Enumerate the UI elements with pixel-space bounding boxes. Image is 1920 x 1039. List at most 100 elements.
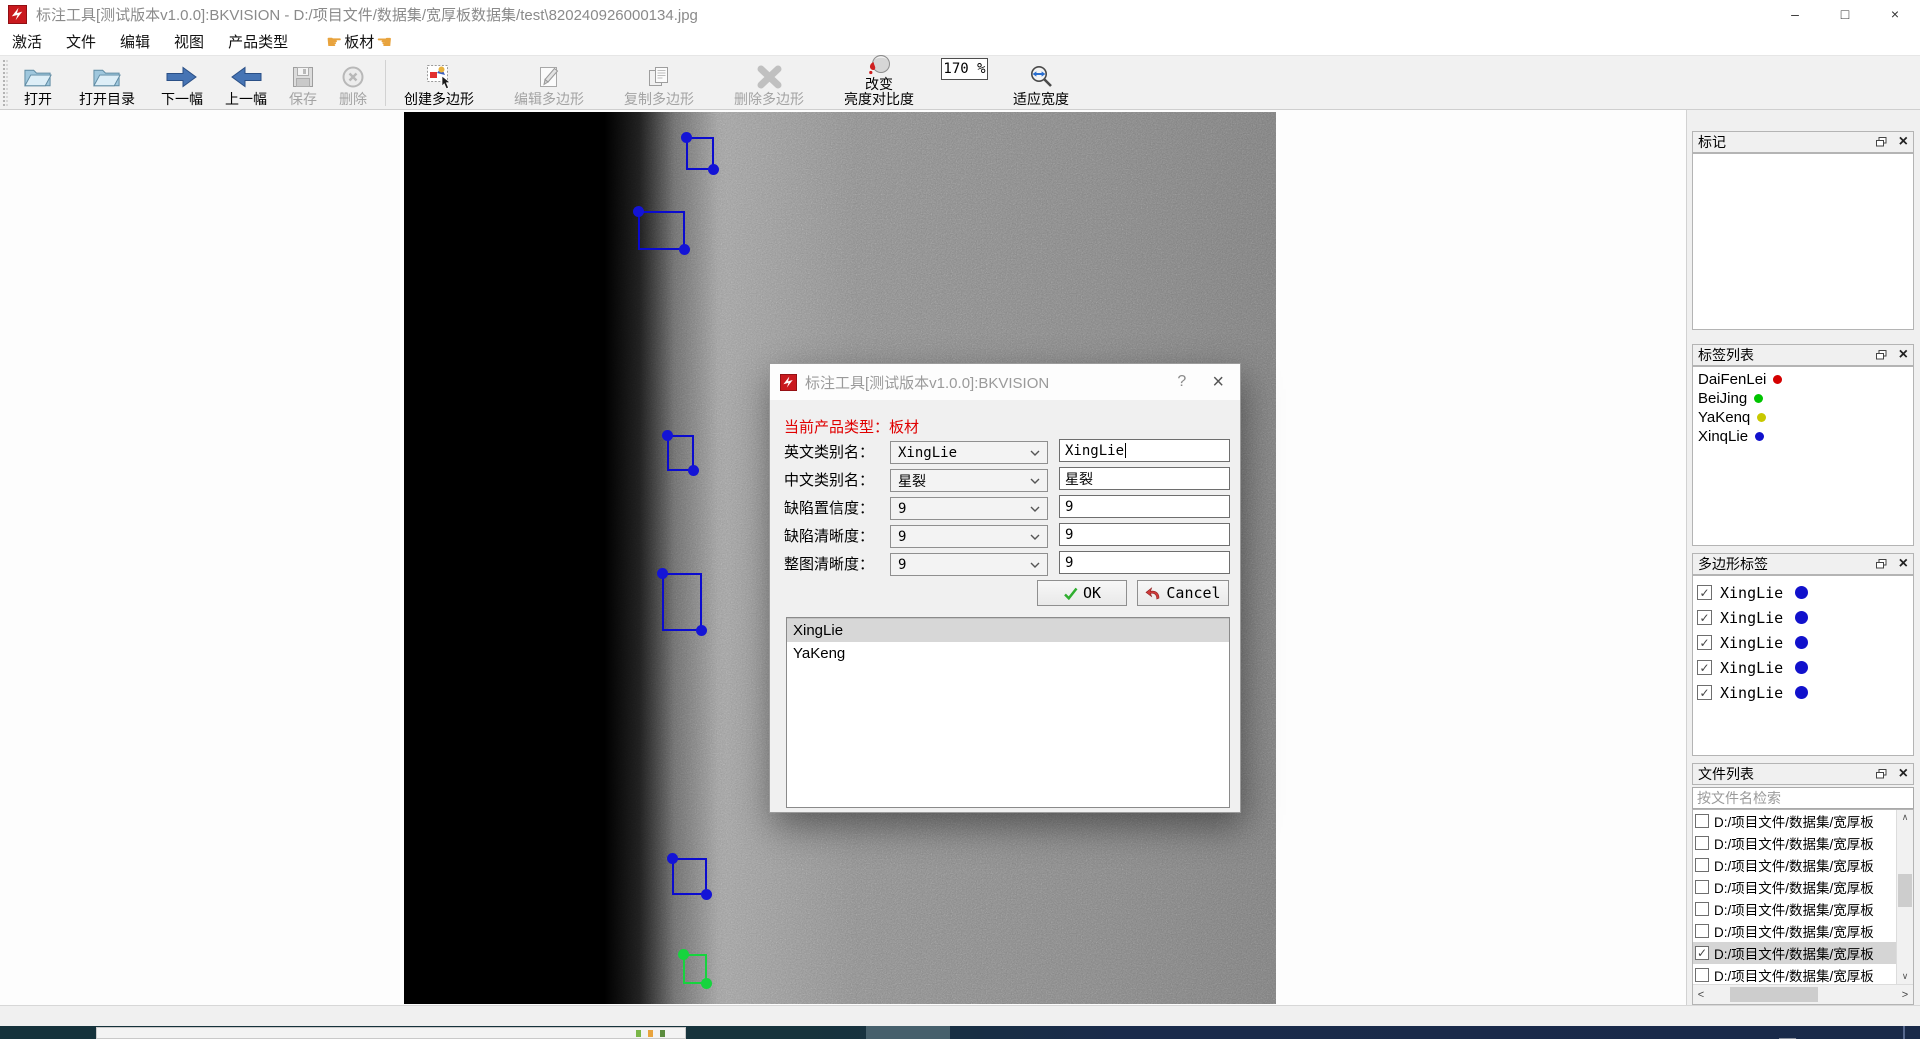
checkbox-checked[interactable]: ✓ [1695, 946, 1709, 960]
menu-file[interactable]: 文件 [54, 28, 108, 55]
cancel-button[interactable]: Cancel [1137, 580, 1229, 606]
ok-button[interactable]: OK [1037, 580, 1127, 606]
annotation-corner-handle[interactable] [667, 853, 678, 864]
annotation-box[interactable] [638, 211, 685, 250]
chinese-class-combo[interactable]: 星裂 [890, 469, 1048, 492]
annotation-corner-handle[interactable] [657, 568, 668, 579]
open-button[interactable]: 打开 [14, 57, 62, 109]
annotation-box[interactable] [672, 858, 707, 895]
file-list-item[interactable]: D:/项目文件/数据集/宽厚板 [1693, 810, 1896, 832]
create-polygon-button[interactable]: 创建多边形 [395, 57, 483, 109]
next-image-button[interactable]: 下一幅 [152, 57, 212, 109]
defect-clarity-combo[interactable]: 9 [890, 525, 1048, 548]
float-panel-icon[interactable] [1876, 137, 1887, 147]
scroll-down-icon[interactable]: ∨ [1897, 969, 1913, 984]
close-panel-icon[interactable]: × [1899, 134, 1908, 150]
annotation-box[interactable] [686, 137, 714, 170]
file-list-item[interactable]: D:/项目文件/数据集/宽厚板 [1693, 920, 1896, 942]
toolbar-drag-handle[interactable] [3, 60, 8, 106]
open-directory-button[interactable]: 打开目录 [70, 57, 144, 109]
label-list-item[interactable]: YaKenq [1693, 408, 1913, 427]
checkbox-checked[interactable]: ✓ [1697, 635, 1712, 650]
float-panel-icon[interactable] [1876, 559, 1887, 569]
taskbar-window-strip[interactable] [96, 1027, 686, 1039]
scroll-left-icon[interactable]: < [1693, 985, 1709, 1005]
horizontal-scrollbar[interactable]: < > [1693, 984, 1913, 1004]
annotation-box[interactable] [683, 954, 707, 984]
checkbox-checked[interactable]: ✓ [1697, 610, 1712, 625]
annotation-corner-handle[interactable] [701, 889, 712, 900]
float-panel-icon[interactable] [1876, 769, 1887, 779]
checkbox-checked[interactable]: ✓ [1697, 685, 1712, 700]
file-list-item[interactable]: D:/项目文件/数据集/宽厚板 [1693, 898, 1896, 920]
image-clarity-combo[interactable]: 9 [890, 553, 1048, 576]
annotation-corner-handle[interactable] [688, 465, 699, 476]
annotation-box[interactable] [667, 435, 694, 471]
file-search-input[interactable]: 按文件名检索 [1692, 787, 1914, 809]
minimize-button[interactable]: – [1770, 0, 1820, 28]
dialog-help-button[interactable]: ? [1177, 373, 1186, 391]
edit-polygon-button[interactable]: 编辑多边形 [505, 57, 593, 109]
file-list-item[interactable]: D:/项目文件/数据集/宽厚板 [1693, 876, 1896, 898]
chinese-class-input[interactable]: 星裂 [1059, 467, 1230, 490]
english-class-combo[interactable]: XingLie [890, 441, 1048, 464]
checkbox-unchecked[interactable] [1695, 902, 1709, 916]
close-panel-icon[interactable]: × [1899, 347, 1908, 363]
zoom-percent-input[interactable]: 170 % [941, 58, 988, 80]
horizontal-scroll-thumb[interactable] [1730, 987, 1818, 1002]
defect-clarity-input[interactable]: 9 [1059, 523, 1230, 546]
defect-confidence-combo[interactable]: 9 [890, 497, 1048, 520]
annotation-corner-handle[interactable] [701, 978, 712, 989]
annotation-corner-handle[interactable] [633, 206, 644, 217]
scroll-right-icon[interactable]: > [1897, 985, 1913, 1005]
brightness-contrast-button[interactable]: 改变 亮度对比度 [835, 57, 923, 109]
file-list-item[interactable]: D:/项目文件/数据集/宽厚板 [1693, 964, 1896, 984]
scroll-up-icon[interactable]: ∧ [1897, 810, 1913, 825]
label-list-item[interactable]: XinqLie [1693, 427, 1913, 446]
defect-confidence-input[interactable]: 9 [1059, 495, 1230, 518]
annotation-corner-handle[interactable] [662, 430, 673, 441]
annotation-corner-handle[interactable] [678, 949, 689, 960]
close-panel-icon[interactable]: × [1899, 556, 1908, 572]
vertical-scroll-thumb[interactable] [1898, 874, 1912, 907]
annotation-box[interactable] [662, 573, 702, 631]
menu-activate[interactable]: 激活 [0, 28, 54, 55]
label-list-item[interactable]: BeiJing [1693, 389, 1913, 408]
menu-product-type[interactable]: 产品类型 [216, 28, 300, 55]
delete-button[interactable]: 删除 [330, 57, 376, 109]
image-clarity-input[interactable]: 9 [1059, 551, 1230, 574]
close-button[interactable]: × [1870, 0, 1920, 28]
checkbox-unchecked[interactable] [1695, 814, 1709, 828]
polygon-label-item[interactable]: ✓XingLie [1693, 630, 1913, 655]
close-panel-icon[interactable]: × [1899, 766, 1908, 782]
annotation-corner-handle[interactable] [681, 132, 692, 143]
annotation-corner-handle[interactable] [696, 625, 707, 636]
checkbox-unchecked[interactable] [1695, 880, 1709, 894]
class-list-item-selected[interactable]: XingLie [787, 618, 1229, 642]
menu-view[interactable]: 视图 [162, 28, 216, 55]
english-class-input[interactable]: XingLie [1059, 439, 1230, 462]
dialog-close-button[interactable]: × [1212, 372, 1224, 392]
polygon-label-item[interactable]: ✓XingLie [1693, 655, 1913, 680]
taskbar-highlight-block[interactable] [866, 1026, 950, 1039]
class-list-item[interactable]: YaKeng [787, 642, 1229, 666]
save-button[interactable]: 保存 [280, 57, 326, 109]
float-panel-icon[interactable] [1876, 350, 1887, 360]
copy-polygon-button[interactable]: 复制多边形 [615, 57, 703, 109]
file-list-item[interactable]: D:/项目文件/数据集/宽厚板 [1693, 854, 1896, 876]
delete-polygon-button[interactable]: 删除多边形 [725, 57, 813, 109]
maximize-button[interactable]: □ [1820, 0, 1870, 28]
prev-image-button[interactable]: 上一幅 [216, 57, 276, 109]
annotation-corner-handle[interactable] [679, 244, 690, 255]
menu-edit[interactable]: 编辑 [108, 28, 162, 55]
checkbox-unchecked[interactable] [1695, 968, 1709, 982]
fit-width-button[interactable]: 适应宽度 [1004, 57, 1078, 109]
checkbox-checked[interactable]: ✓ [1697, 585, 1712, 600]
checkbox-unchecked[interactable] [1695, 858, 1709, 872]
polygon-label-item[interactable]: ✓XingLie [1693, 605, 1913, 630]
checkbox-unchecked[interactable] [1695, 924, 1709, 938]
vertical-scrollbar[interactable]: ∧ ∨ [1896, 810, 1913, 984]
annotation-corner-handle[interactable] [708, 164, 719, 175]
checkbox-checked[interactable]: ✓ [1697, 660, 1712, 675]
checkbox-unchecked[interactable] [1695, 836, 1709, 850]
